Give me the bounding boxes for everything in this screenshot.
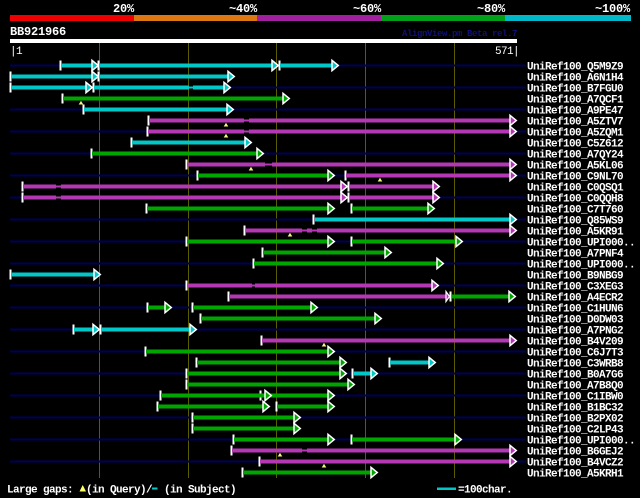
svg-text:=100char.: =100char. (458, 485, 512, 497)
svg-text:BB921966: BB921966 (10, 25, 66, 39)
svg-text:~80%: ~80% (477, 2, 506, 16)
svg-text:~100%: ~100% (595, 2, 631, 16)
svg-text:Large gaps:: Large gaps: (7, 485, 73, 497)
svg-text:~60%: ~60% (353, 2, 382, 16)
svg-text:|1: |1 (10, 46, 23, 58)
svg-text:20%: 20% (113, 2, 135, 16)
svg-text:(in Query)/: (in Query)/ (86, 485, 153, 497)
svg-text:~40%: ~40% (229, 2, 258, 16)
svg-text:AlignView.pm Beta rel.7: AlignView.pm Beta rel.7 (402, 29, 517, 39)
svg-text:571|: 571| (495, 46, 519, 58)
svg-text:(in Subject): (in Subject) (164, 485, 236, 497)
svg-text:UniRef100_A5KRH1: UniRef100_A5KRH1 (527, 468, 624, 480)
